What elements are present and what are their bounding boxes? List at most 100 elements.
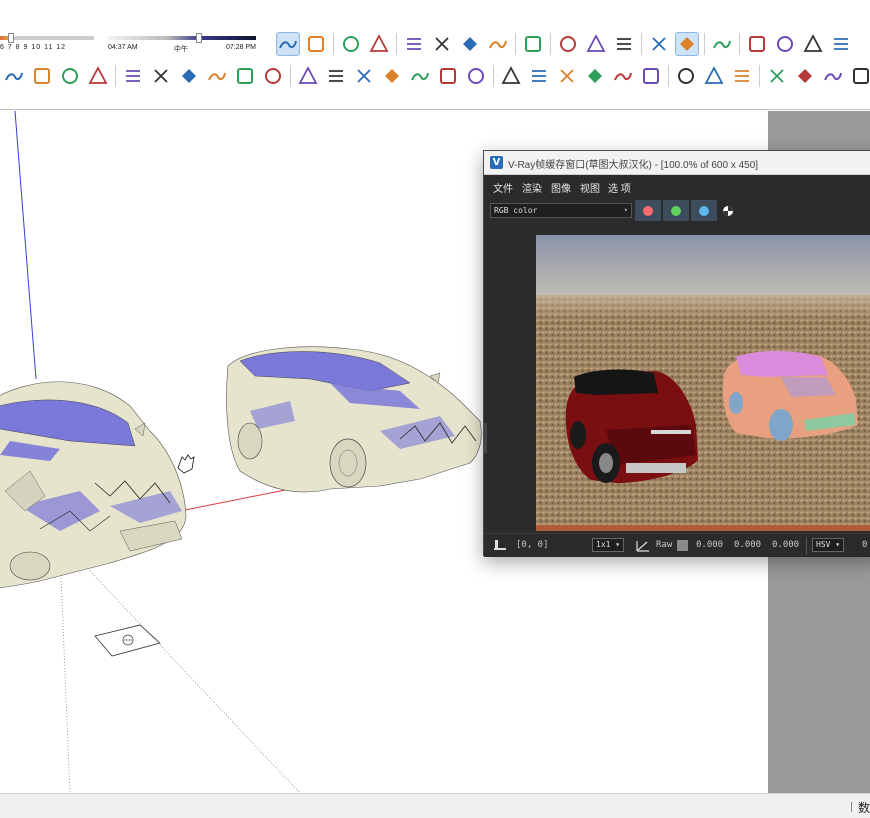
vray-menu-image[interactable]: 图像 — [551, 180, 571, 195]
status-trailing-value: 0 — [862, 540, 868, 550]
green-dot-icon — [671, 205, 681, 216]
trim-icon[interactable] — [233, 64, 257, 88]
outer-shell-icon[interactable] — [121, 64, 145, 88]
shadow-month-thumb[interactable] — [8, 33, 14, 43]
style-hiddenline-icon[interactable] — [380, 64, 404, 88]
alpha-channel-button[interactable] — [722, 204, 734, 216]
tree-icon[interactable] — [793, 64, 817, 88]
shadow-time-end: 07:28 PM — [226, 44, 256, 51]
style-wireframe-icon[interactable] — [352, 64, 376, 88]
add-detail-icon[interactable] — [430, 32, 454, 56]
sampling-select[interactable]: 1x1 ▾ — [592, 538, 625, 552]
vray-frame-buffer-window[interactable]: V V-Ray帧缓存窗口(草图大叔汉化) - [100.0% of 600 x … — [483, 150, 870, 557]
style-textured-icon[interactable] — [436, 64, 460, 88]
toolbar-separator — [759, 65, 760, 87]
camera-iso-icon[interactable] — [499, 64, 523, 88]
toolbar-separator — [641, 33, 642, 55]
sandbox-from-contours-icon[interactable] — [276, 32, 300, 56]
smoove-icon[interactable] — [339, 32, 363, 56]
add-location-icon[interactable] — [486, 32, 510, 56]
shadow-time-thumb[interactable] — [196, 33, 202, 43]
camera-top-icon[interactable] — [527, 64, 551, 88]
channel-select[interactable]: RGB color ▾ — [490, 203, 632, 218]
vray-menu-render[interactable]: 渲染 — [522, 180, 542, 195]
vray-light-icon[interactable] — [710, 32, 734, 56]
car-mesh-left[interactable] — [0, 381, 187, 588]
axis-green-dotted — [59, 550, 71, 793]
section-cut-icon[interactable] — [30, 64, 54, 88]
toolbar-separator — [550, 33, 551, 55]
color-space-select[interactable]: HSV ▾ — [812, 538, 845, 552]
flip-edge-icon[interactable] — [458, 32, 482, 56]
vray-splitter-handle[interactable] — [484, 423, 487, 453]
toolbar-row-1 — [274, 30, 855, 58]
vray-menu-view[interactable]: 视图 — [580, 180, 600, 195]
refresh-icon[interactable] — [702, 64, 726, 88]
toolbar-separator — [515, 33, 516, 55]
vray-titlebar[interactable]: V V-Ray帧缓存窗口(草图大叔汉化) - [100.0% of 600 x … — [484, 151, 870, 175]
camera-left-icon[interactable] — [639, 64, 663, 88]
style-backedges-icon[interactable] — [324, 64, 348, 88]
toolbar-area: 6 7 8 9 10 11 12 04:37 AM 中午 07:28 PM — [0, 0, 870, 110]
raw-value-b: 0.000 — [772, 540, 800, 550]
alpha-icon — [723, 206, 733, 216]
zoom-extents-icon[interactable] — [612, 32, 636, 56]
car-mesh-right[interactable] — [226, 346, 482, 493]
layers-icon[interactable] — [730, 64, 754, 88]
toolbar-separator — [668, 65, 669, 87]
section-plane-icon[interactable] — [2, 64, 26, 88]
orbit-icon[interactable] — [556, 32, 580, 56]
camera-right-icon[interactable] — [583, 64, 607, 88]
vray-render-area[interactable] — [484, 223, 870, 533]
red-dot-icon — [643, 205, 653, 216]
sandbox-from-scratch-icon[interactable] — [304, 32, 328, 56]
pick-pixel-icon[interactable] — [493, 539, 507, 552]
shadow-month-slider[interactable]: 6 7 8 9 10 11 12 — [0, 33, 96, 55]
status-divider — [806, 537, 807, 555]
vray-toolbar: RGB color ▾ — [484, 197, 870, 223]
style-xray-icon[interactable] — [296, 64, 320, 88]
style-monochrome-icon[interactable] — [464, 64, 488, 88]
shadow-time-mid: 中午 — [174, 46, 188, 53]
vray-asset-editor-icon[interactable] — [675, 32, 699, 56]
subtract-icon[interactable] — [205, 64, 229, 88]
split-icon[interactable] — [261, 64, 285, 88]
solid-tools-icon[interactable] — [86, 64, 110, 88]
vray-menu-options[interactable]: 选 项 — [608, 180, 631, 195]
vray-statusbar: [0, 0] 1x1 ▾ Raw 0.000 0.000 0.000 HSV ▾… — [484, 533, 870, 557]
stamp-icon[interactable] — [367, 32, 391, 56]
vray-line-icon[interactable] — [773, 32, 797, 56]
intersect-icon[interactable] — [149, 64, 173, 88]
camera-front-icon[interactable] — [555, 64, 579, 88]
add-icon[interactable] — [765, 64, 789, 88]
raw-label: Raw — [656, 540, 673, 550]
blue-channel-button[interactable] — [691, 200, 717, 221]
toolbar-separator — [493, 65, 494, 87]
toolbar-separator — [290, 65, 291, 87]
section-fill-icon[interactable] — [58, 64, 82, 88]
paint-bucket-icon[interactable] — [674, 64, 698, 88]
vray-hide-icon[interactable] — [829, 32, 853, 56]
chevron-down-icon: ▾ — [623, 206, 628, 214]
vray-sun-icon[interactable] — [745, 32, 769, 56]
pixel-coords: [0, 0] — [516, 540, 549, 550]
red-channel-button[interactable] — [635, 200, 661, 221]
shadow-time-slider[interactable]: 04:37 AM 中午 07:28 PM — [108, 33, 260, 55]
drape-icon[interactable] — [402, 32, 426, 56]
toolbar-separator — [115, 65, 116, 87]
vray-box-icon[interactable] — [801, 32, 825, 56]
vray-render-icon[interactable] — [647, 32, 671, 56]
curve-icon[interactable] — [636, 539, 650, 552]
channel-select-value: RGB color — [494, 206, 538, 215]
checker-icon[interactable] — [849, 64, 870, 88]
measurements-label: 数 — [858, 801, 870, 815]
terrain-icon[interactable] — [821, 64, 845, 88]
style-shaded-icon[interactable] — [408, 64, 432, 88]
green-channel-button[interactable] — [663, 200, 689, 221]
union-icon[interactable] — [177, 64, 201, 88]
camera-back-icon[interactable] — [611, 64, 635, 88]
extension-warehouse-icon[interactable] — [521, 32, 545, 56]
axis-blue — [14, 111, 37, 380]
vray-menu-file[interactable]: 文件 — [493, 180, 513, 195]
pan-icon[interactable] — [584, 32, 608, 56]
